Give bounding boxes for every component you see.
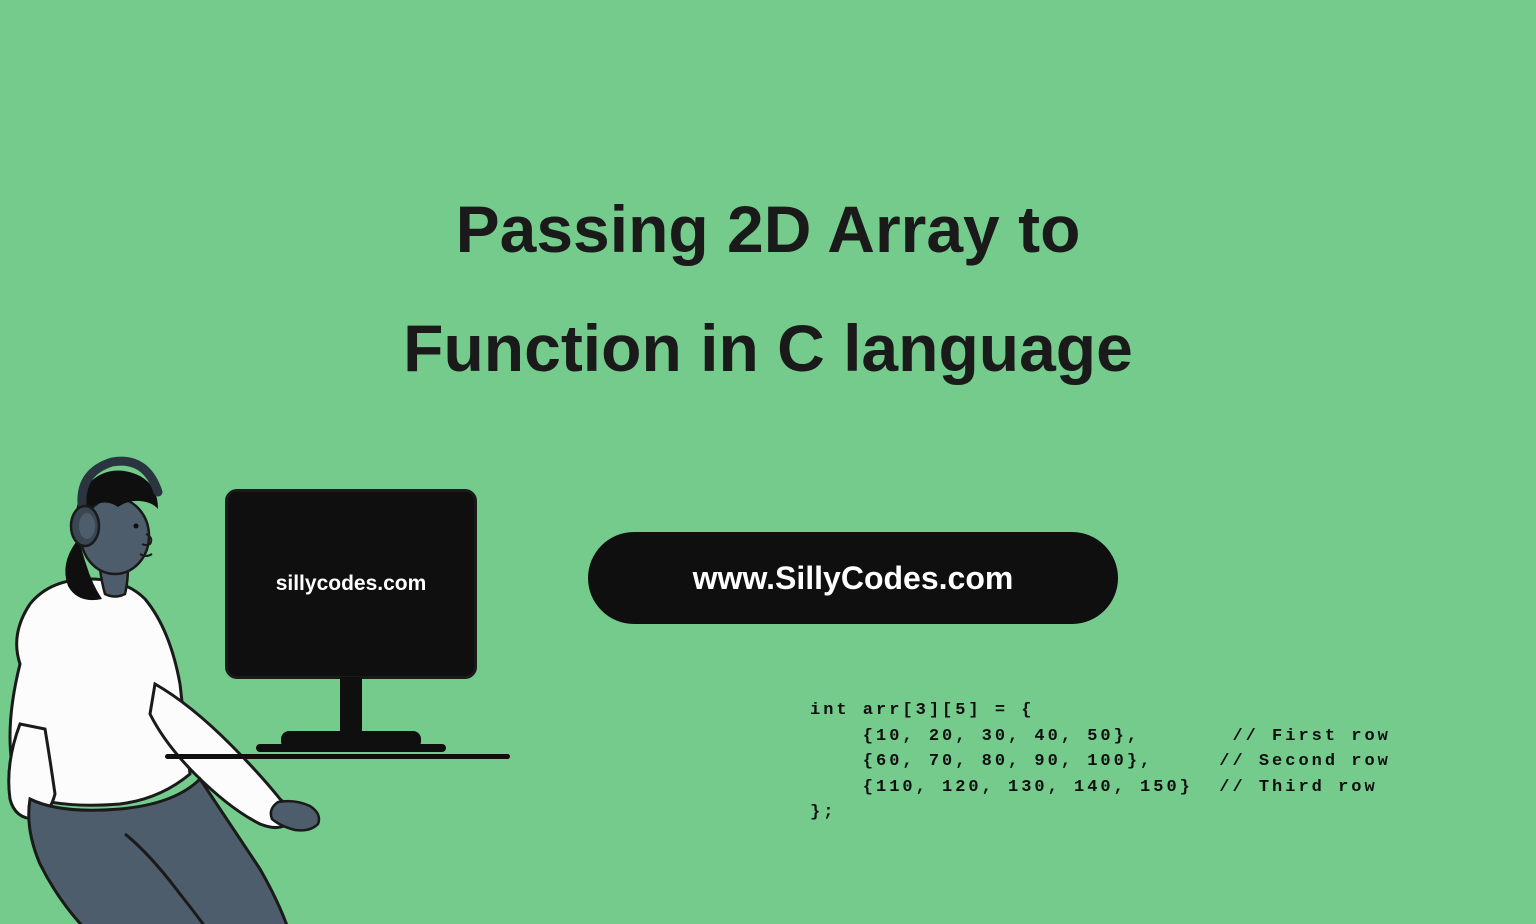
monitor: sillycodes.com: [225, 489, 477, 759]
code-line-3: {60, 70, 80, 90, 100}, // Second row: [810, 752, 1391, 771]
pill-text: www.SillyCodes.com: [693, 560, 1014, 597]
monitor-stand-foot: [256, 744, 446, 752]
monitor-stand-neck: [340, 677, 362, 735]
code-line-2: {10, 20, 30, 40, 50}, // First row: [810, 727, 1391, 746]
main-title: Passing 2D Array to Function in C langua…: [0, 170, 1536, 408]
screen-text: sillycodes.com: [276, 572, 427, 596]
monitor-screen: sillycodes.com: [225, 489, 477, 679]
code-line-1: int arr[3][5] = {: [810, 701, 1034, 720]
code-line-5: };: [810, 803, 836, 822]
title-line-1: Passing 2D Array to: [456, 192, 1081, 266]
code-snippet: int arr[3][5] = { {10, 20, 30, 40, 50}, …: [810, 698, 1391, 826]
illustration-person: sillycodes.com: [0, 414, 510, 894]
title-line-2: Function in C language: [403, 311, 1133, 385]
website-pill: www.SillyCodes.com: [588, 532, 1118, 624]
code-line-4: {110, 120, 130, 140, 150} // Third row: [810, 778, 1378, 797]
desk-line: [165, 754, 510, 759]
